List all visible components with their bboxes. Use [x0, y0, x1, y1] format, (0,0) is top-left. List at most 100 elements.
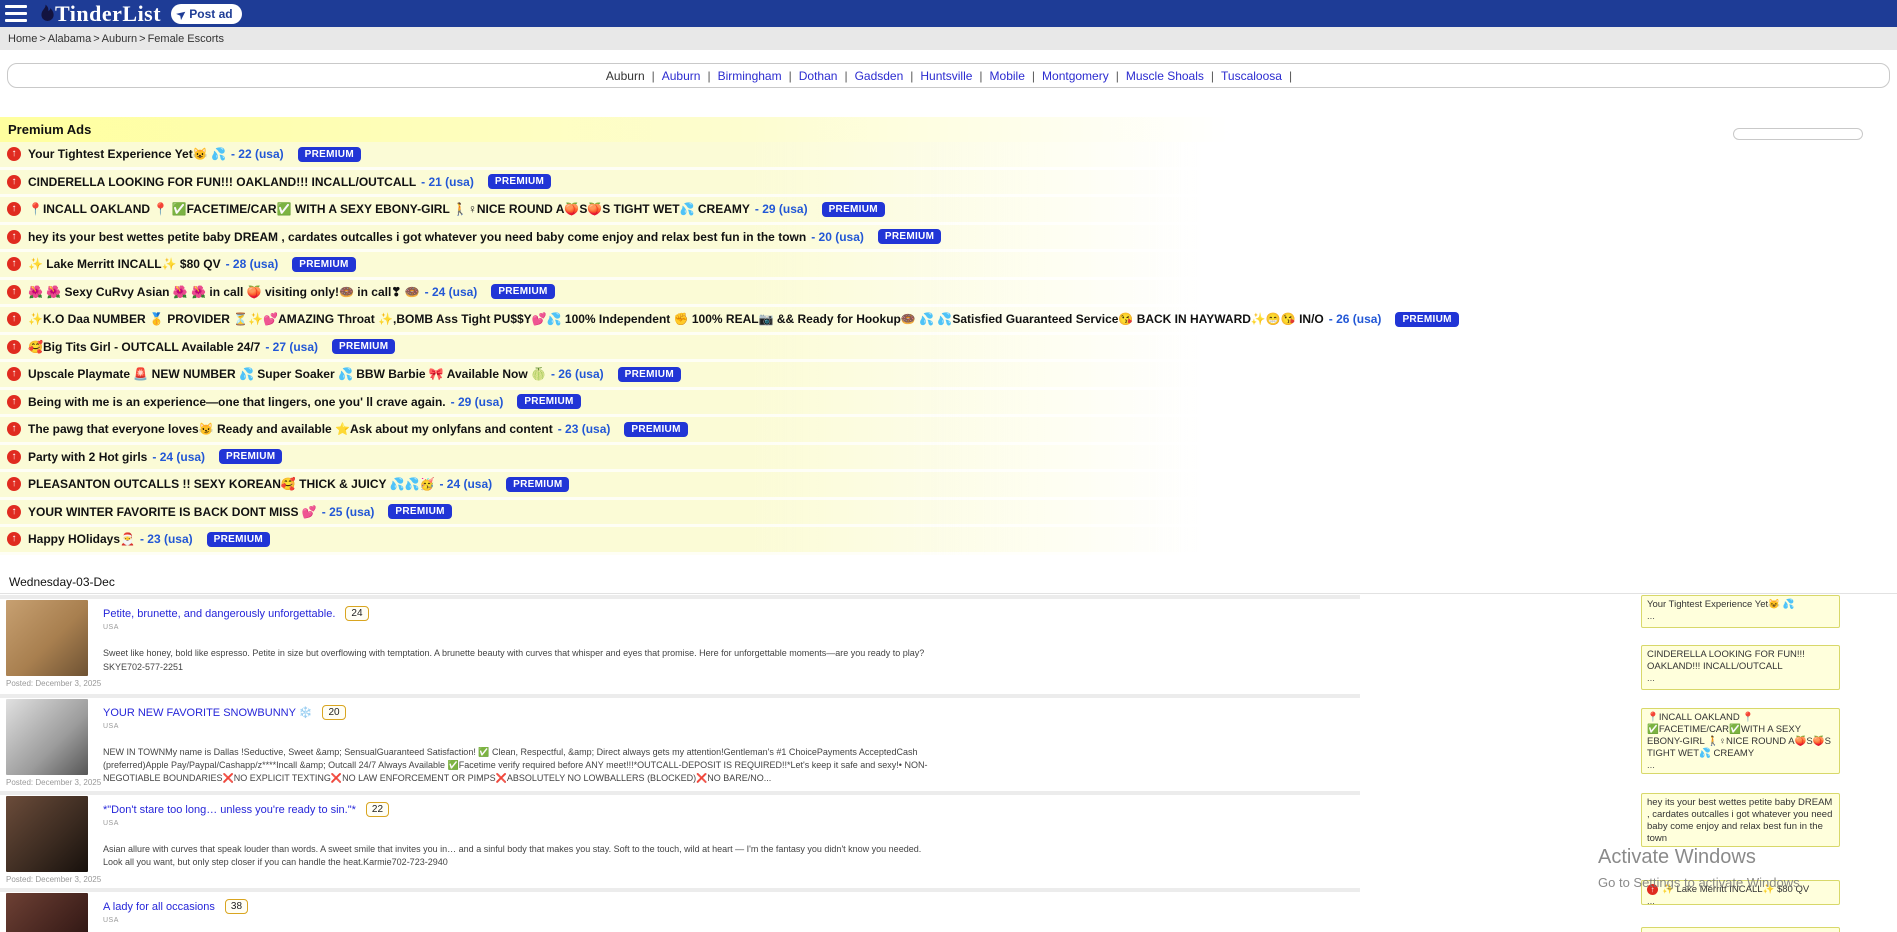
listing-title-link[interactable]: Petite, brunette, and dangerously unforg… — [103, 608, 335, 620]
sidebar-premium-ad[interactable]: Your Tightest Experience Yet😺 💦 ... — [1641, 595, 1840, 628]
premium-ad-row[interactable]: 🌺 🌺 Sexy CuRvy Asian 🌺 🌺 in call 🍑 visit… — [0, 280, 1365, 308]
premium-ad-row[interactable]: Party with 2 Hot girls - 24 (usa) PREMIU… — [0, 445, 1365, 473]
city-link-current[interactable]: Auburn — [606, 69, 645, 83]
premium-ad-row[interactable]: Being with me is an experience—one that … — [0, 390, 1365, 418]
up-arrow-icon — [7, 477, 21, 491]
premium-badge: PREMIUM — [292, 257, 355, 272]
city-link[interactable]: Muscle Shoals — [1126, 69, 1204, 83]
breadcrumb-category[interactable]: Female Escorts — [148, 33, 224, 45]
sidebar-ad-more: ... — [1647, 611, 1834, 623]
premium-badge: PREMIUM — [219, 449, 282, 464]
age-badge: 24 — [345, 606, 368, 621]
premium-ad-title[interactable]: The pawg that everyone loves😼 Ready and … — [28, 422, 553, 436]
age-badge: 22 — [366, 802, 389, 817]
listing-photo[interactable] — [6, 893, 88, 932]
city-divider: | — [1116, 69, 1119, 83]
premium-ad-row[interactable]: YOUR WINTER FAVORITE IS BACK DONT MISS 💕… — [0, 500, 1365, 528]
premium-ad-title[interactable]: ✨ Lake Merritt INCALL✨ $80 QV — [28, 257, 221, 271]
listing-photo-column — [6, 893, 94, 932]
premium-badge: PREMIUM — [491, 284, 554, 299]
premium-ad-title[interactable]: YOUR WINTER FAVORITE IS BACK DONT MISS 💕 — [28, 505, 317, 519]
sidebar-premium-ad[interactable]: hey its your best wettes petite baby DRE… — [1641, 793, 1840, 847]
premium-ad-title[interactable]: Upscale Playmate 🚨 NEW NUMBER 💦 Super So… — [28, 367, 546, 381]
sidebar-ad-more: ... — [1647, 896, 1834, 905]
post-ad-button[interactable]: Post ad — [171, 4, 242, 24]
premium-ad-row[interactable]: Your Tightest Experience Yet😺 💦 - 22 (us… — [0, 142, 1365, 170]
premium-ad-meta: - 26 (usa) — [1329, 312, 1382, 326]
sidebar-ad-text: CINDERELLA LOOKING FOR FUN!!! OAKLAND!!!… — [1647, 649, 1834, 673]
listing-description: NEW IN TOWNMy name is Dallas !Seductive,… — [103, 746, 941, 785]
brand-logo[interactable]: TinderList — [37, 3, 161, 25]
sidebar-premium-ad[interactable]: 📍INCALL OAKLAND 📍 ✅FACETIME/CAR✅WITH A S… — [1641, 708, 1840, 774]
age-badge: 38 — [225, 899, 248, 914]
premium-ad-title[interactable]: Happy HOlidays🎅 — [28, 532, 135, 546]
premium-ad-meta: - 21 (usa) — [421, 175, 474, 189]
city-link[interactable]: Auburn — [662, 69, 701, 83]
premium-ad-title[interactable]: 📍INCALL OAKLAND 📍 ✅FACETIME/CAR✅ WITH A … — [28, 202, 750, 216]
premium-ad-meta: - 24 (usa) — [152, 450, 205, 464]
listing-card: A lady for all occasions 38 USA — [6, 893, 248, 932]
breadcrumb-home[interactable]: Home — [8, 33, 37, 45]
premium-ad-row[interactable]: The pawg that everyone loves😼 Ready and … — [0, 417, 1365, 445]
sidebar-ad-text: 📍INCALL OAKLAND 📍 ✅FACETIME/CAR✅WITH A S… — [1647, 712, 1834, 760]
listing-photo[interactable] — [6, 796, 88, 872]
premium-ad-meta: - 29 (usa) — [451, 395, 504, 409]
city-divider: | — [910, 69, 913, 83]
premium-ad-row[interactable]: 📍INCALL OAKLAND 📍 ✅FACETIME/CAR✅ WITH A … — [0, 197, 1365, 225]
posted-date: Posted: December 3, 2025 — [6, 778, 94, 787]
listing-location: USA — [103, 917, 248, 924]
breadcrumb-state[interactable]: Alabama — [48, 33, 91, 45]
premium-ad-title[interactable]: hey its your best wettes petite baby DRE… — [28, 230, 806, 244]
listing-photo[interactable] — [6, 600, 88, 676]
listing-location: USA — [103, 624, 924, 631]
premium-ad-row[interactable]: CINDERELLA LOOKING FOR FUN!!! OAKLAND!!!… — [0, 170, 1365, 198]
city-link[interactable]: Mobile — [990, 69, 1025, 83]
city-link[interactable]: Birmingham — [718, 69, 782, 83]
card-separator — [0, 595, 1360, 599]
premium-ad-row[interactable]: ✨ Lake Merritt INCALL✨ $80 QV - 28 (usa)… — [0, 252, 1365, 280]
premium-ad-row[interactable]: PLEASANTON OUTCALLS !! SEXY KOREAN🥰 THIC… — [0, 472, 1365, 500]
premium-ad-row[interactable]: hey its your best wettes petite baby DRE… — [0, 225, 1365, 253]
listing-body: YOUR NEW FAVORITE SNOWBUNNY ❄️ 20 USA NE… — [103, 699, 941, 787]
premium-ad-title[interactable]: CINDERELLA LOOKING FOR FUN!!! OAKLAND!!!… — [28, 175, 416, 189]
up-arrow-icon — [7, 175, 21, 189]
city-link[interactable]: Dothan — [799, 69, 838, 83]
brand-name: TinderList — [55, 3, 161, 25]
sidebar-premium-ad[interactable] — [1641, 927, 1840, 932]
hamburger-menu-icon[interactable] — [5, 5, 27, 22]
breadcrumb-separator: > — [139, 33, 145, 45]
city-link[interactable]: Huntsville — [920, 69, 972, 83]
premium-ad-title[interactable]: Party with 2 Hot girls — [28, 450, 147, 464]
up-arrow-icon — [7, 505, 21, 519]
breadcrumb-city[interactable]: Auburn — [102, 33, 137, 45]
premium-badge: PREMIUM — [878, 229, 941, 244]
listing-title-link[interactable]: *"Don't stare too long… unless you're re… — [103, 804, 356, 816]
premium-ad-row[interactable]: ✨K.O Daa NUMBER 🥇 PROVIDER ⏳✨💕AMAZING Th… — [0, 307, 1365, 335]
horizontal-scrollbar[interactable] — [1733, 128, 1863, 140]
premium-ad-title[interactable]: Being with me is an experience—one that … — [28, 395, 446, 409]
card-separator — [0, 888, 1360, 892]
premium-ad-title[interactable]: ✨K.O Daa NUMBER 🥇 PROVIDER ⏳✨💕AMAZING Th… — [28, 312, 1324, 326]
city-link[interactable]: Tuscaloosa — [1221, 69, 1282, 83]
premium-ad-title[interactable]: Your Tightest Experience Yet😺 💦 — [28, 147, 226, 161]
listing-title-link[interactable]: YOUR NEW FAVORITE SNOWBUNNY ❄️ — [103, 706, 312, 719]
sidebar-premium-ad[interactable]: CINDERELLA LOOKING FOR FUN!!! OAKLAND!!!… — [1641, 645, 1840, 690]
sidebar-premium-ad[interactable]: ✨ Lake Merritt INCALL✨ $80 QV ... — [1641, 880, 1840, 905]
premium-ad-row[interactable]: Happy HOlidays🎅 - 23 (usa) PREMIUM — [0, 527, 1365, 555]
city-link[interactable]: Montgomery — [1042, 69, 1109, 83]
premium-ad-title[interactable]: 🌺 🌺 Sexy CuRvy Asian 🌺 🌺 in call 🍑 visit… — [28, 285, 420, 299]
premium-badge: PREMIUM — [332, 339, 395, 354]
city-divider: | — [707, 69, 710, 83]
premium-badge: PREMIUM — [488, 174, 551, 189]
listing-body: *"Don't stare too long… unless you're re… — [103, 796, 941, 884]
listing-photo[interactable] — [6, 699, 88, 775]
listing-title-link[interactable]: A lady for all occasions — [103, 901, 215, 913]
premium-ad-row[interactable]: 🥰Big Tits Girl - OUTCALL Available 24/7 … — [0, 335, 1365, 363]
premium-ad-title[interactable]: PLEASANTON OUTCALLS !! SEXY KOREAN🥰 THIC… — [28, 477, 434, 491]
breadcrumb: Home > Alabama > Auburn > Female Escorts — [0, 27, 1897, 50]
premium-ad-row[interactable]: Upscale Playmate 🚨 NEW NUMBER 💦 Super So… — [0, 362, 1365, 390]
city-divider: | — [979, 69, 982, 83]
city-link[interactable]: Gadsden — [855, 69, 904, 83]
premium-ad-title[interactable]: 🥰Big Tits Girl - OUTCALL Available 24/7 — [28, 340, 260, 354]
sidebar-ad-more: ... — [1647, 760, 1834, 772]
